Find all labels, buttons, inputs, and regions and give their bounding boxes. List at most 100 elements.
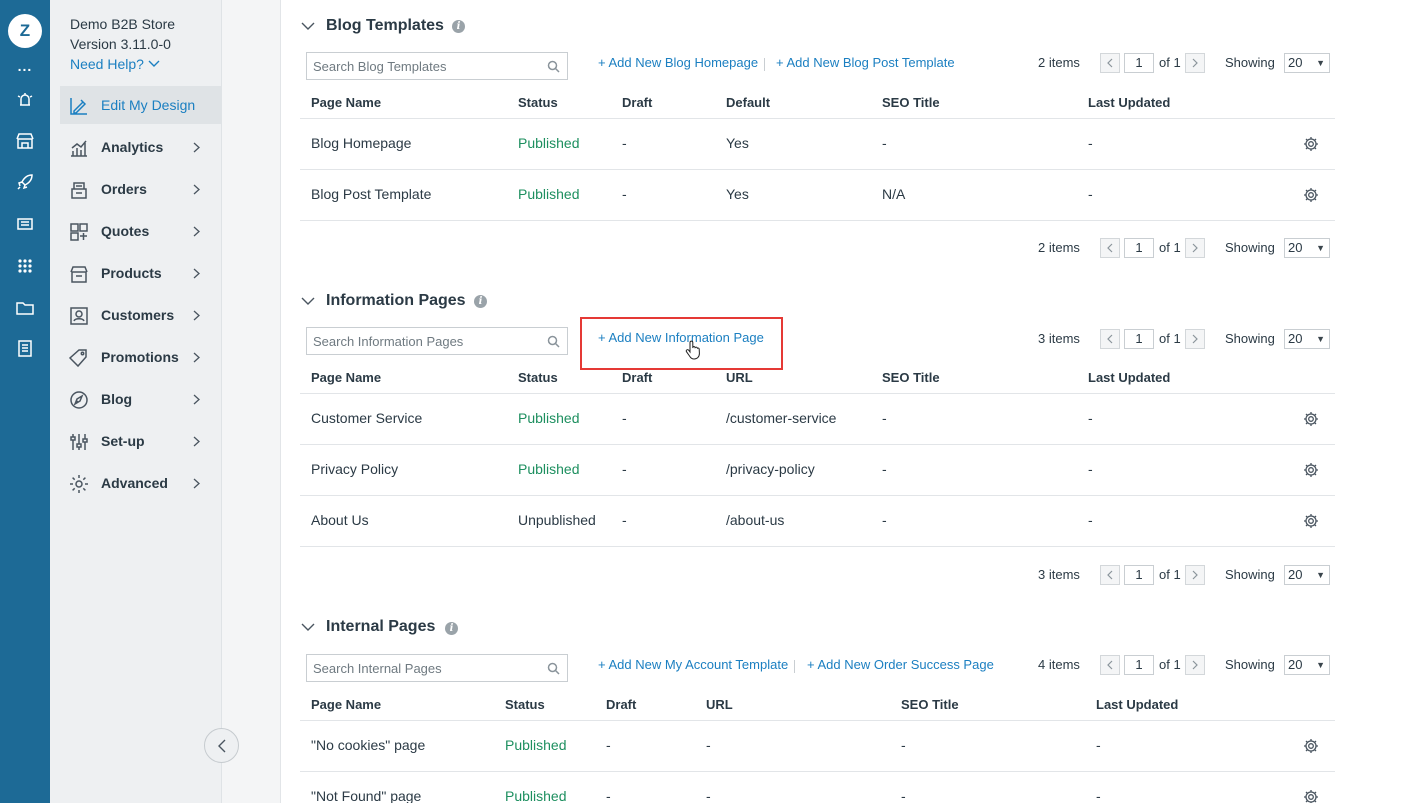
- gear-icon[interactable]: [1303, 513, 1319, 529]
- column-header[interactable]: Page Name: [311, 370, 381, 385]
- column-header[interactable]: Default: [726, 95, 770, 110]
- add-blog-homepage-link[interactable]: + Add New Blog Homepage: [598, 55, 758, 70]
- search-information-pages[interactable]: [306, 327, 568, 355]
- column-header[interactable]: Status: [518, 370, 558, 385]
- apps-grid-icon[interactable]: [15, 256, 35, 276]
- next-page-button[interactable]: [1185, 565, 1205, 585]
- next-page-button[interactable]: [1185, 238, 1205, 258]
- next-page-button[interactable]: [1185, 53, 1205, 73]
- column-header[interactable]: Draft: [622, 95, 652, 110]
- page-name[interactable]: Privacy Policy: [311, 461, 398, 477]
- per-page-select[interactable]: 20 ▼: [1284, 238, 1330, 258]
- table-row[interactable]: Blog Homepage Published - Yes - -: [300, 119, 1335, 170]
- page-number-input[interactable]: 1: [1124, 238, 1154, 258]
- info-icon[interactable]: i: [445, 622, 458, 635]
- prev-page-button[interactable]: [1100, 329, 1120, 349]
- prev-page-button[interactable]: [1100, 655, 1120, 675]
- column-header[interactable]: SEO Title: [882, 370, 940, 385]
- table-row[interactable]: "Not Found" page Published - - - -: [300, 772, 1335, 803]
- column-header[interactable]: Status: [505, 697, 545, 712]
- prev-page-button[interactable]: [1100, 238, 1120, 258]
- search-internal-pages[interactable]: [306, 654, 568, 682]
- page-number-input[interactable]: 1: [1124, 53, 1154, 73]
- search-input[interactable]: [307, 655, 543, 681]
- column-header[interactable]: Draft: [606, 697, 636, 712]
- sidebar-item-setup[interactable]: Set-up: [60, 422, 222, 460]
- chevron-down-icon[interactable]: [301, 297, 315, 306]
- column-header[interactable]: SEO Title: [901, 697, 959, 712]
- search-icon[interactable]: [547, 662, 560, 675]
- page-name[interactable]: About Us: [311, 512, 369, 528]
- need-help-link[interactable]: Need Help?: [70, 56, 160, 72]
- gear-icon[interactable]: [1303, 411, 1319, 427]
- chevron-down-icon[interactable]: [301, 623, 315, 632]
- logo[interactable]: Z: [8, 14, 42, 48]
- page-name[interactable]: Customer Service: [311, 410, 422, 426]
- per-page-select[interactable]: 20 ▼: [1284, 655, 1330, 675]
- column-header[interactable]: Last Updated: [1088, 370, 1170, 385]
- column-header[interactable]: Status: [518, 95, 558, 110]
- per-page-select[interactable]: 20 ▼: [1284, 565, 1330, 585]
- page-number-input[interactable]: 1: [1124, 565, 1154, 585]
- column-header[interactable]: Last Updated: [1088, 95, 1170, 110]
- notifications-icon[interactable]: [15, 90, 35, 110]
- report-icon[interactable]: [15, 338, 35, 358]
- rocket-icon[interactable]: [15, 172, 35, 192]
- per-page-select[interactable]: 20 ▼: [1284, 53, 1330, 73]
- more-icon[interactable]: ...: [0, 58, 50, 74]
- table-row[interactable]: Customer Service Published - /customer-s…: [300, 394, 1335, 445]
- per-page-select[interactable]: 20 ▼: [1284, 329, 1330, 349]
- prev-page-button[interactable]: [1100, 53, 1120, 73]
- page-name[interactable]: "Not Found" page: [311, 788, 421, 803]
- page-name[interactable]: Blog Post Template: [311, 186, 431, 202]
- sidebar-item-quotes[interactable]: Quotes: [60, 212, 222, 250]
- gear-icon[interactable]: [1303, 738, 1319, 754]
- gear-icon[interactable]: [1303, 789, 1319, 803]
- info-icon[interactable]: i: [452, 20, 465, 33]
- sidebar-item-blog[interactable]: Blog: [60, 380, 222, 418]
- store-icon[interactable]: [15, 131, 35, 151]
- table-row[interactable]: "No cookies" page Published - - - -: [300, 721, 1335, 772]
- next-page-button[interactable]: [1185, 655, 1205, 675]
- gear-icon[interactable]: [1303, 462, 1319, 478]
- search-input[interactable]: [307, 53, 543, 79]
- column-header[interactable]: Page Name: [311, 697, 381, 712]
- page-number-input[interactable]: 1: [1124, 655, 1154, 675]
- add-blog-post-template-link[interactable]: + Add New Blog Post Template: [776, 55, 955, 70]
- column-header[interactable]: SEO Title: [882, 95, 940, 110]
- chevron-down-icon[interactable]: [301, 22, 315, 31]
- search-icon[interactable]: [547, 335, 560, 348]
- sidebar-item-analytics[interactable]: Analytics: [60, 128, 222, 166]
- page-name[interactable]: Blog Homepage: [311, 135, 411, 151]
- newsletter-icon[interactable]: [15, 214, 35, 234]
- column-header[interactable]: Last Updated: [1096, 697, 1178, 712]
- info-icon[interactable]: i: [474, 295, 487, 308]
- search-input[interactable]: [307, 328, 543, 354]
- gear-icon[interactable]: [1303, 136, 1319, 152]
- page-number-input[interactable]: 1: [1124, 329, 1154, 349]
- sidebar-item-orders[interactable]: Orders: [60, 170, 222, 208]
- sidebar-item-promotions[interactable]: Promotions: [60, 338, 222, 376]
- sidebar-item-products[interactable]: Products: [60, 254, 222, 292]
- sidebar-item-label: Set-up: [101, 433, 145, 449]
- folder-icon[interactable]: [15, 298, 35, 318]
- prev-page-button[interactable]: [1100, 565, 1120, 585]
- search-blog-templates[interactable]: [306, 52, 568, 80]
- collapse-sidebar-button[interactable]: [204, 728, 239, 763]
- table-row[interactable]: About Us Unpublished - /about-us - -: [300, 496, 1335, 547]
- sidebar-item-customers[interactable]: Customers: [60, 296, 222, 334]
- column-header[interactable]: URL: [706, 697, 733, 712]
- sidebar-item-advanced[interactable]: Advanced: [60, 464, 222, 502]
- next-page-button[interactable]: [1185, 329, 1205, 349]
- add-my-account-template-link[interactable]: + Add New My Account Template: [598, 657, 788, 672]
- column-header[interactable]: URL: [726, 370, 753, 385]
- column-header[interactable]: Draft: [622, 370, 652, 385]
- table-row[interactable]: Blog Post Template Published - Yes N/A -: [300, 170, 1335, 221]
- column-header[interactable]: Page Name: [311, 95, 381, 110]
- table-row[interactable]: Privacy Policy Published - /privacy-poli…: [300, 445, 1335, 496]
- sidebar-item-edit-my-design[interactable]: Edit My Design: [60, 86, 222, 124]
- add-order-success-page-link[interactable]: + Add New Order Success Page: [807, 657, 994, 672]
- search-icon[interactable]: [547, 60, 560, 73]
- page-name[interactable]: "No cookies" page: [311, 737, 425, 753]
- gear-icon[interactable]: [1303, 187, 1319, 203]
